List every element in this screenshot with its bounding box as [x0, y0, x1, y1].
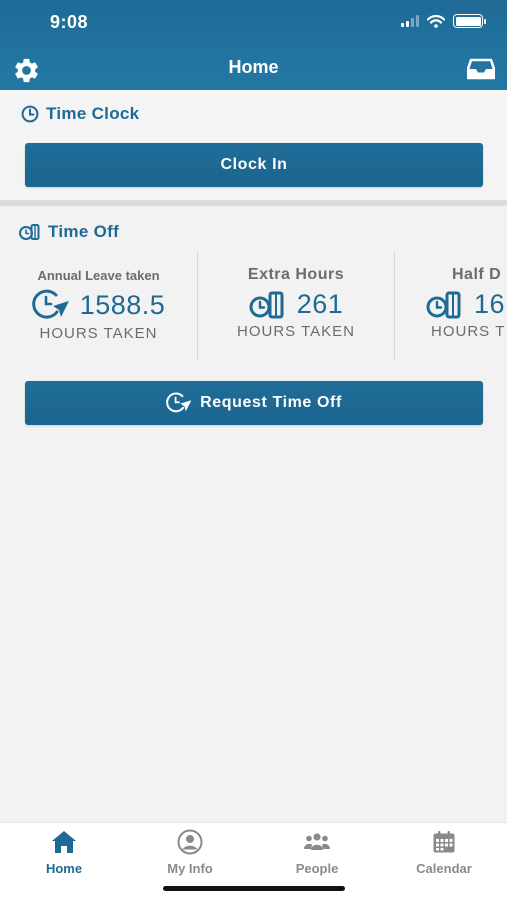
card-title: Half D [452, 266, 502, 283]
time-bank-icon [426, 291, 461, 318]
tab-my-info[interactable]: My Info [135, 829, 245, 876]
card-value: 261 [296, 289, 344, 319]
card-unit: HOURS TAKEN [39, 325, 158, 342]
clock-send-icon [31, 289, 69, 319]
page-title: Home [228, 57, 279, 77]
card-title: Extra Hours [247, 266, 345, 283]
card-value-row: 1588.5 [0, 289, 197, 321]
time-bank-icon [249, 291, 284, 318]
time-clock-section: Time Clock Clock In [0, 90, 507, 200]
time-bank-icon [19, 224, 40, 240]
time-off-cards: Annual Leave taken 1588.5 HOURS TAKEN Ex… [0, 252, 507, 360]
clock-in-label: Clock In [220, 156, 288, 173]
top-bar: 9:08 Home [0, 0, 507, 90]
card-value-row: 261 [198, 289, 394, 320]
tab-people-label: People [295, 861, 339, 876]
person-circle-icon [177, 829, 203, 855]
tab-home[interactable]: Home [9, 829, 119, 876]
time-clock-label: Time Clock [46, 104, 140, 123]
request-time-off-button[interactable]: Request Time Off [25, 381, 483, 425]
request-time-off-label: Request Time Off [200, 394, 342, 411]
battery-icon [453, 14, 486, 28]
clock-in-button[interactable]: Clock In [25, 143, 483, 187]
time-off-card-half-day[interactable]: Half D 16 HOURS T [395, 252, 507, 360]
home-indicator [163, 886, 345, 891]
time-off-card-annual-leave[interactable]: Annual Leave taken 1588.5 HOURS TAKEN [0, 252, 197, 360]
tab-my-info-label: My Info [167, 861, 213, 876]
tab-calendar[interactable]: Calendar [389, 829, 499, 876]
wifi-icon [427, 14, 445, 28]
time-off-heading: Time Off [19, 222, 119, 242]
signal-icon [401, 15, 419, 27]
time-off-card-extra-hours[interactable]: Extra Hours 261 HOURS TAKEN [198, 252, 394, 360]
inbox-icon[interactable] [467, 57, 495, 81]
status-time: 9:08 [50, 12, 89, 32]
tab-people[interactable]: People [262, 829, 372, 876]
time-clock-heading: Time Clock [21, 104, 139, 124]
card-value: 1588.5 [79, 289, 166, 320]
card-value: 16 [474, 289, 506, 319]
card-value-row: 16 [395, 289, 507, 320]
clock-send-icon [166, 392, 192, 413]
calendar-icon [433, 831, 455, 853]
time-off-label: Time Off [48, 222, 120, 241]
status-icons [401, 14, 486, 28]
clock-icon [21, 105, 39, 123]
card-unit: HOURS TAKEN [237, 323, 355, 340]
tab-home-label: Home [45, 861, 83, 876]
tab-calendar-label: Calendar [416, 861, 472, 876]
people-icon [304, 833, 330, 850]
home-icon [52, 831, 76, 853]
card-title: Annual Leave taken [37, 268, 160, 283]
card-unit: HOURS T [431, 323, 506, 340]
